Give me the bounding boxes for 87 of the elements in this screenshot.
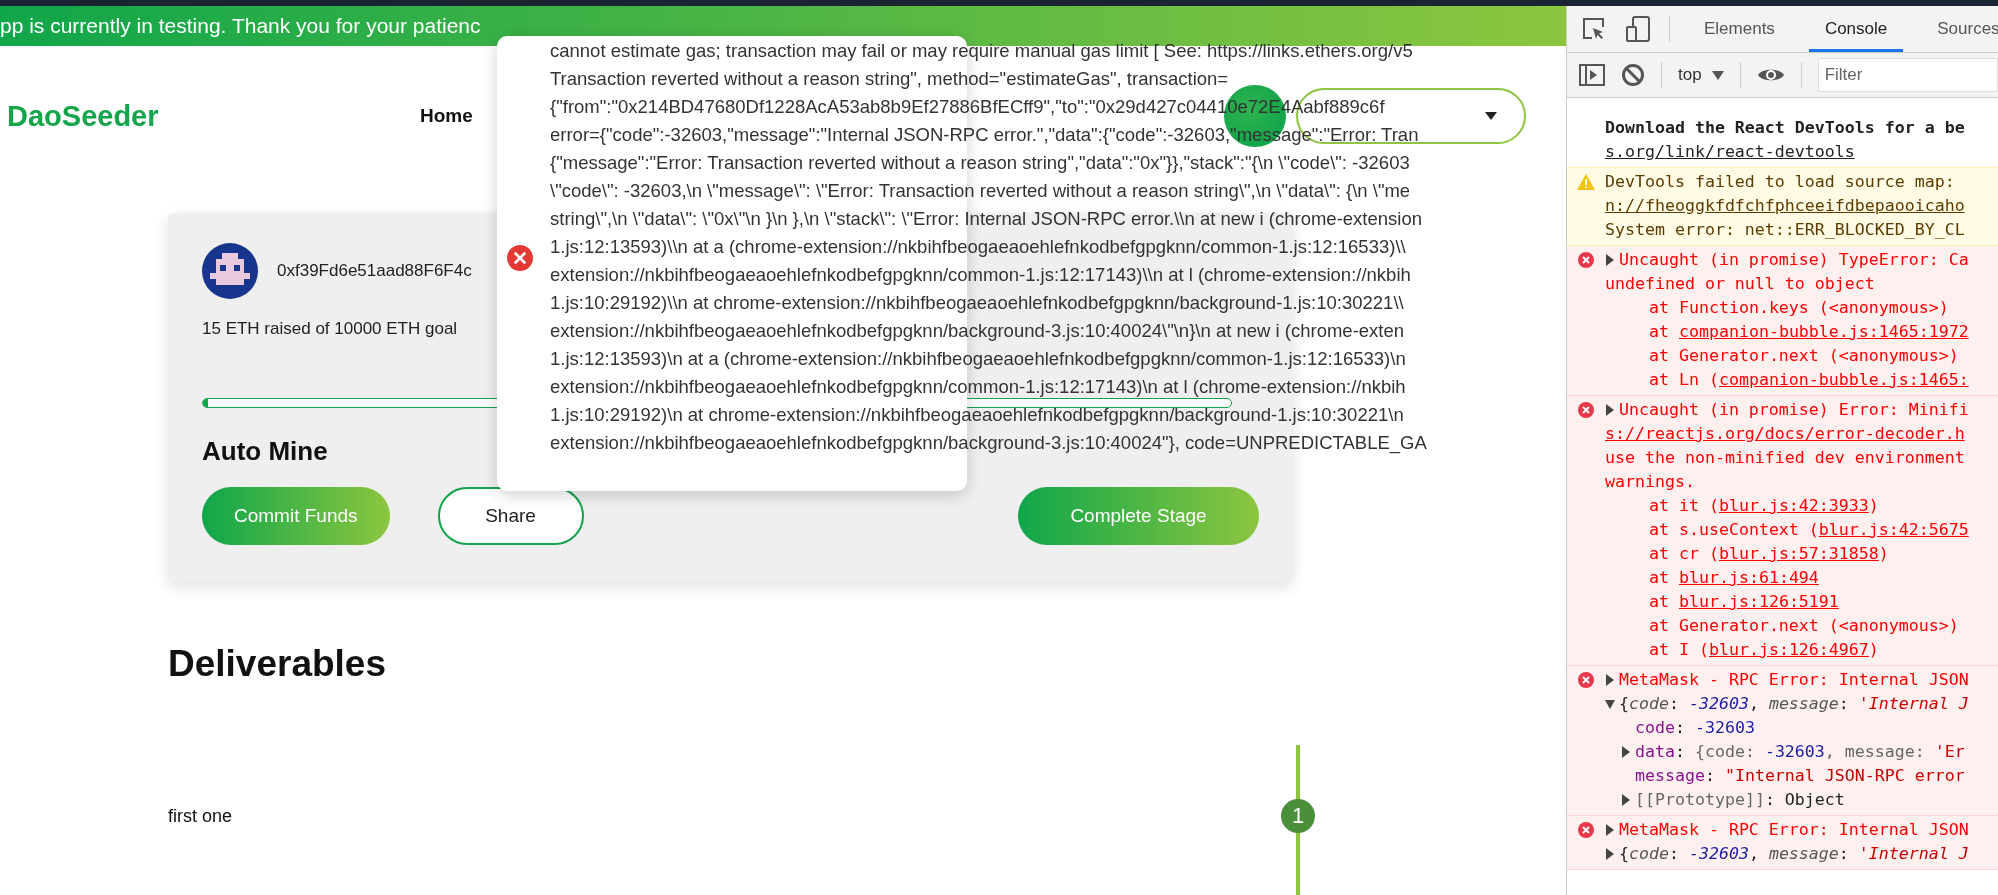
error-icon [1578, 672, 1594, 688]
error-text-line: extension://nkbihfbeogaeaoehlefnkodbefgpgknn/background-3.js:10:40024\"\n}\n at new i (chrome-exten [550, 320, 1405, 341]
source-link[interactable]: s://reactjs.org/docs/error-decoder.h [1605, 424, 1965, 443]
site-logo[interactable]: DaoSeeder [7, 99, 420, 133]
creator-address: 0xf39Fd6e51aad88F6F4c [277, 261, 472, 281]
warning-icon [1577, 174, 1595, 190]
source-link[interactable]: blur.js:126:5191 [1679, 592, 1839, 611]
console-line: at Function.keys (<anonymous>) [1649, 297, 1949, 319]
console-line: Download the React DevTools for a be [1605, 117, 1965, 139]
error-text-line: extension://nkbihfbeogaeaoehlefnkodbefgpgknn/background-3.js:10:40024"}, code=UNPREDICTABLE_GA [550, 432, 1427, 453]
device-icon[interactable] [1625, 15, 1651, 43]
console-line: Uncaught (in promise) Error: Minifi [1619, 399, 1969, 421]
source-link[interactable]: blur.js:42:5675 [1818, 520, 1969, 539]
devtools-tab[interactable]: Elements [1688, 6, 1791, 52]
notice-text: pp is currently in testing. Thank you for your patienc [0, 14, 481, 38]
caret-icon [1711, 70, 1724, 80]
source-link[interactable]: blur.js:126:4967 [1708, 640, 1869, 659]
complete-stage-button[interactable]: Complete Stage [1018, 487, 1259, 545]
source-link[interactable]: companion-bubble.js:1465:1972 [1679, 322, 1969, 341]
project-title: Auto Mine [202, 436, 328, 467]
console-line: {code: -32603, message: 'Internal J [1619, 843, 1969, 865]
source-link[interactable]: blur.js:57:31858 [1718, 544, 1879, 563]
console-line: DevTools failed to load source map: [1605, 171, 1955, 193]
source-link[interactable]: blur.js:42:3933 [1718, 496, 1869, 515]
section-heading: Deliverables [168, 643, 388, 685]
expand-arrow-icon[interactable] [1605, 848, 1615, 860]
console-line: Uncaught (in promise) TypeError: Ca [1619, 249, 1969, 271]
clear-console-icon[interactable] [1621, 63, 1645, 87]
console-line: data: {code: -32603, message: 'Er [1635, 741, 1965, 763]
console-line: at blur.js:61:494 [1649, 567, 1819, 589]
nav-link[interactable]: Home [420, 105, 473, 127]
error-text-line: {"message":"Error: Transaction reverted without a reason string","data":"0x"}},"stack":"{\n \"code\": -32603 [550, 152, 1410, 173]
funding-status: 15 ETH raised of 10000 ETH goal [202, 319, 459, 339]
error-text-line: Transaction reverted without a reason string", method="estimateGas", transaction= [550, 68, 1229, 89]
expand-arrow-icon[interactable] [1605, 824, 1615, 836]
source-link[interactable]: s.org/link/react-devtools [1605, 142, 1855, 161]
expand-arrow-icon[interactable] [1605, 698, 1615, 710]
console-line: at s.useContext (blur.js:42:5675 [1649, 519, 1969, 541]
error-text-line: 1.js:12:13593)\n at a (chrome-extension://nkbihfbeogaeaoehlefnkodbefgpgknn/common-1.js:12:16533)\n [550, 348, 1406, 369]
source-link[interactable]: blur.js:61:494 [1679, 568, 1819, 587]
expand-arrow-icon[interactable] [1605, 254, 1615, 266]
console-line: code: -32603 [1635, 717, 1755, 739]
console-line: at blur.js:126:5191 [1649, 591, 1839, 613]
error-text-line: extension://nkbihfbeogaeaoehlefnkodbefgpgknn/common-1.js:12:17143)\n at l (chrome-extension://nkbih [550, 376, 1406, 397]
console-line: at companion-bubble.js:1465:1972 [1649, 321, 1969, 343]
caret-icon [1484, 111, 1498, 121]
source-link[interactable]: companion-bubble.js:1465: [1718, 370, 1969, 389]
error-text-line: string\",\n \"data\": \"0x\"\n }\n },\n \"stack\": \"Error: Internal JSON-RPC error.\\n at new i (chrome-extension [550, 208, 1422, 229]
avatar-icon [202, 243, 258, 299]
console-line: MetaMask - RPC Error: Internal JSON [1619, 669, 1969, 691]
inspect-icon[interactable] [1581, 16, 1607, 42]
console-line: {code: -32603, message: 'Internal J [1619, 693, 1969, 715]
error-icon [1578, 822, 1594, 838]
step-number: 1 [1281, 799, 1315, 833]
context-selector[interactable]: top [1678, 65, 1724, 85]
error-icon [507, 245, 533, 271]
console-line: at Generator.next (<anonymous>) [1649, 345, 1959, 367]
console-line: at Generator.next (<anonymous>) [1649, 615, 1959, 637]
expand-arrow-icon[interactable] [1605, 404, 1615, 416]
action-button[interactable]: Commit Funds [202, 487, 390, 545]
console-line: use the non-minified dev environment [1605, 447, 1965, 469]
console-line: [[Prototype]]: Object [1635, 789, 1845, 811]
error-icon [1578, 252, 1594, 268]
error-text-line: 1.js:10:29192)\\n at chrome-extension://nkbihfbeogaeaoehlefnkodbefgpgknn/background-1.js:10:30221\\ [550, 292, 1404, 313]
console-line: at Ln (companion-bubble.js:1465: [1649, 369, 1969, 391]
console-line: MetaMask - RPC Error: Internal JSON [1619, 819, 1969, 841]
console-line: warnings. [1605, 471, 1695, 493]
console-line: at I (blur.js:126:4967) [1649, 639, 1879, 661]
error-icon [1578, 402, 1594, 418]
expand-arrow-icon[interactable] [1605, 674, 1615, 686]
error-text-line: \"code\": -32603,\n \"message\": \"Error: Transaction reverted without a reason string\",\n \"data\": {\n \"me [550, 180, 1411, 201]
expand-arrow-icon[interactable] [1621, 794, 1631, 806]
error-text-line: 1.js:10:29192)\n at chrome-extension://nkbihfbeogaeaoehlefnkodbefgpgknn/background-1.js:10:30221\n [550, 404, 1404, 425]
console-line: message: "Internal JSON-RPC error [1635, 765, 1965, 787]
source-link[interactable]: n://fheoggkfdfchfphceeifdbepaooicaho [1605, 196, 1965, 215]
console-line: at it (blur.js:42:3933) [1649, 495, 1879, 517]
deliverable-name: first one [168, 805, 233, 827]
filter-field[interactable]: Filter [1817, 58, 1998, 92]
error-text-line: 1.js:12:13593)\\n at a (chrome-extension://nkbihfbeogaeaoehlefnkodbefgpgknn/common-1.js:12:16533)\\ [550, 236, 1406, 257]
error-text-line: cannot estimate gas; transaction may fail or may require manual gas limit [ See: https://links.ethers.org/v5 [550, 40, 1413, 61]
error-text-line: extension://nkbihfbeogaeaoehlefnkodbefgpgknn/common-1.js:12:17143)\\n at l (chrome-extension://nkbih [550, 264, 1411, 285]
console-line: at cr (blur.js:57:31858) [1649, 543, 1889, 565]
sidebar-icon[interactable] [1579, 63, 1605, 87]
console-line: System error: net::ERR_BLOCKED_BY_CL [1605, 219, 1965, 241]
console-line: undefined or null to object [1605, 273, 1875, 295]
action-button[interactable]: Share [437, 487, 584, 545]
expand-arrow-icon[interactable] [1621, 746, 1631, 758]
